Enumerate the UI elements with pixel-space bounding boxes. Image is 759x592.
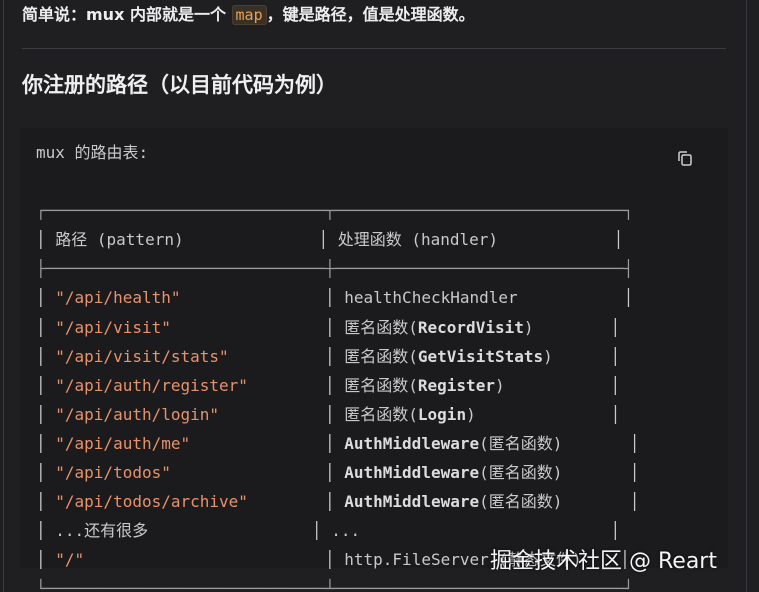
right-border xyxy=(746,0,747,592)
code-token: AuthMiddleware xyxy=(344,463,480,483)
intro-suffix: ，键是路径，值是处理函数。 xyxy=(266,5,475,24)
code-token: │ 匿名函数( xyxy=(219,404,418,424)
code-token: (匿名函数) │ xyxy=(479,433,640,453)
code-token: │ xyxy=(247,492,345,512)
copy-icon xyxy=(672,147,698,171)
code-token: RecordVisit xyxy=(417,317,524,337)
code-token: ) │ xyxy=(466,404,621,424)
code-token: (匿名函数) │ xyxy=(479,463,640,483)
code-token: │ 路径 (pattern) │ 处理函数 (handler) │ xyxy=(36,230,624,250)
code-line: │ "/api/health" │ healthCheckHandler │ xyxy=(36,283,639,312)
code-token: Login xyxy=(417,404,467,424)
code-line: │ "/api/visit" │ 匿名函数(RecordVisit) │ xyxy=(36,313,639,342)
code-token: "/api/health" xyxy=(55,288,181,308)
code-token: (匿名函数) │ xyxy=(479,492,640,512)
code-token: │ 匿名函数( xyxy=(170,317,418,337)
code-line: │ "/api/auth/login" │ 匿名函数(Login) │ xyxy=(36,400,639,429)
code-token: │ xyxy=(170,463,345,483)
code-token: mux 的路由表: xyxy=(36,143,149,162)
code-line: └─────────────────────────────┴─────────… xyxy=(36,574,639,592)
code-content: mux 的路由表: ┌─────────────────────────────┬… xyxy=(36,138,639,592)
code-line: │ "/api/todos/archive" │ AuthMiddleware(… xyxy=(36,487,639,516)
code-token: └─────────────────────────────┴─────────… xyxy=(36,579,634,592)
section-divider xyxy=(22,48,726,49)
code-line: │ ...还有很多 │ ... │ xyxy=(36,516,639,545)
section-heading: 你注册的路径（以目前代码为例） xyxy=(22,73,337,97)
left-border xyxy=(3,0,4,592)
code-token: ┌─────────────────────────────┬─────────… xyxy=(36,201,634,221)
code-token: │ 匿名函数( xyxy=(228,346,418,366)
code-token: "/api/todos" xyxy=(55,463,171,483)
code-token: ├─────────────────────────────┼─────────… xyxy=(36,259,634,279)
code-line: │ "/api/todos" │ AuthMiddleware(匿名函数) │ xyxy=(36,458,639,487)
code-token: AuthMiddleware xyxy=(344,433,480,453)
code-token: │ xyxy=(36,375,56,395)
code-token: Register xyxy=(417,375,495,395)
code-token: "/api/auth/login" xyxy=(55,404,220,424)
code-token: │ ...还有很多 │ ... │ xyxy=(36,521,621,541)
code-token: "/api/visit" xyxy=(55,317,171,337)
code-token: │ xyxy=(36,404,56,424)
code-token: │ xyxy=(36,317,56,337)
code-token: │ xyxy=(36,288,56,308)
code-token: "/api/auth/me" xyxy=(55,433,191,453)
code-line: mux 的路由表: xyxy=(36,138,639,167)
code-token: │ healthCheckHandler │ xyxy=(180,288,634,308)
code-line: │ "/api/visit/stats" │ 匿名函数(GetVisitStat… xyxy=(36,342,639,371)
intro-paragraph: 简单说：mux 内部就是一个 map ，键是路径，值是处理函数。 xyxy=(22,2,475,28)
inline-code-map: map xyxy=(231,5,267,25)
code-line: │ 路径 (pattern) │ 处理函数 (handler) │ xyxy=(36,225,639,254)
code-line: │ "/api/auth/me" │ AuthMiddleware(匿名函数) … xyxy=(36,429,639,458)
code-token: "/api/visit/stats" xyxy=(55,346,229,366)
code-line: ├─────────────────────────────┼─────────… xyxy=(36,254,639,283)
code-token: │ 匿名函数( xyxy=(247,375,418,395)
code-token: GetVisitStats xyxy=(417,346,544,366)
code-line: ┌─────────────────────────────┬─────────… xyxy=(36,196,639,225)
code-token: AuthMiddleware xyxy=(344,492,480,512)
code-token: │ xyxy=(36,463,56,483)
watermark: 掘金技术社区 @ Reart xyxy=(490,549,717,574)
code-token: "/api/auth/register" xyxy=(55,375,248,395)
intro-prefix: 简单说：mux 内部就是一个 xyxy=(22,5,232,24)
code-token: ) │ xyxy=(494,375,621,395)
code-line: │ "/api/auth/register" │ 匿名函数(Register) … xyxy=(36,371,639,400)
code-token: │ xyxy=(36,433,56,453)
code-token: ) │ xyxy=(543,346,621,366)
code-token: ) │ xyxy=(523,317,621,337)
code-token: "/api/todos/archive" xyxy=(55,492,248,512)
article-page: 简单说：mux 内部就是一个 map ，键是路径，值是处理函数。 你注册的路径（以… xyxy=(0,0,759,592)
code-token: │ xyxy=(36,346,56,366)
copy-button[interactable] xyxy=(672,147,698,171)
code-token: │ xyxy=(36,492,56,512)
code-token: │ xyxy=(36,550,56,570)
code-token: │ xyxy=(190,433,345,453)
code-token: "/" xyxy=(55,550,85,570)
